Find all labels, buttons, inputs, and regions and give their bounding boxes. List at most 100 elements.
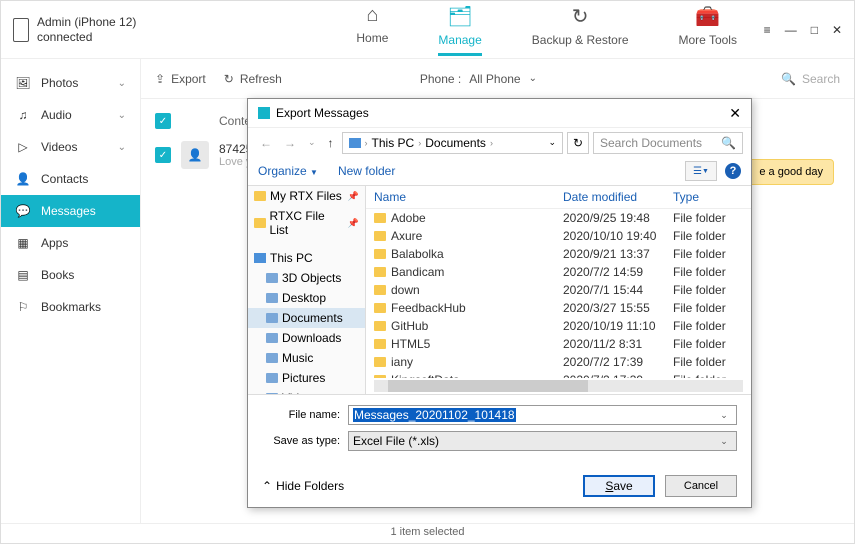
file-row[interactable]: Axure2020/10/10 19:40File folder [366, 227, 751, 245]
export-button[interactable]: ⇪Export [155, 72, 206, 86]
close-icon[interactable]: ✕ [729, 105, 741, 122]
tab-manage[interactable]: 🗂Manage [438, 4, 481, 56]
audio-icon: ♫ [15, 108, 31, 122]
file-row[interactable]: GitHub2020/10/19 11:10File folder [366, 317, 751, 335]
file-row[interactable]: Bandicam2020/7/2 14:59File folder [366, 263, 751, 281]
sidebar-item-books[interactable]: ▤Books [1, 259, 140, 291]
chevron-down-icon[interactable]: ⌄ [548, 137, 556, 148]
messages-icon: 💬 [15, 204, 31, 218]
sidebar-item-bookmarks[interactable]: ⚐Bookmarks [1, 291, 140, 323]
close-icon[interactable]: ✕ [832, 23, 842, 37]
menu-icon[interactable]: ≡ [764, 23, 771, 37]
file-row[interactable]: Balabolka2020/9/21 13:37File folder [366, 245, 751, 263]
folder-icon [374, 231, 386, 241]
saveas-select[interactable]: Excel File (*.xls)⌄ [348, 431, 737, 451]
sidebar-item-contacts[interactable]: 👤Contacts [1, 163, 140, 195]
column-type[interactable]: Type [673, 190, 743, 204]
tree-item[interactable]: My RTX Files📌 [248, 186, 365, 206]
folder-icon [374, 339, 386, 349]
scrollbar[interactable] [374, 380, 743, 392]
tab-more-tools[interactable]: 🧰More Tools [679, 4, 737, 56]
folder-icon [374, 267, 386, 277]
chevron-down-icon[interactable]: ⌄ [716, 410, 732, 421]
back-icon[interactable]: ← [256, 136, 276, 150]
sidebar-item-videos[interactable]: ▷Videos⌄ [1, 131, 140, 163]
titlebar: Admin (iPhone 12) connected ⌂Home 🗂Manage… [1, 1, 854, 59]
sidebar-item-audio[interactable]: ♫Audio⌄ [1, 99, 140, 131]
sidebar-item-apps[interactable]: ▦Apps [1, 227, 140, 259]
cancel-button[interactable]: Cancel [665, 475, 737, 497]
checkbox[interactable]: ✓ [155, 113, 171, 129]
phone-icon [13, 18, 29, 42]
saveas-label: Save as type: [262, 435, 340, 447]
window-controls: ≡ — □ ✕ [764, 23, 842, 37]
refresh-icon[interactable]: ↻ [567, 132, 589, 154]
minimize-icon[interactable]: — [785, 23, 797, 37]
tree-item[interactable]: Documents [248, 308, 365, 328]
tab-home[interactable]: ⌂Home [356, 4, 388, 56]
chevron-down-icon: ⌄ [529, 73, 537, 84]
filename-label: File name: [262, 409, 340, 421]
sidebar: 🖼Photos⌄♫Audio⌄▷Videos⌄👤Contacts💬Message… [1, 59, 141, 523]
nav-tree: My RTX Files📌RTXC File List📌 This PC3D Ob… [248, 186, 366, 394]
save-button[interactable]: Save [583, 475, 655, 497]
folder-icon [374, 303, 386, 313]
apps-icon: ▦ [15, 236, 31, 250]
checkbox[interactable]: ✓ [155, 147, 171, 163]
tree-item[interactable]: RTXC File List📌 [248, 206, 365, 240]
hide-folders-button[interactable]: ⌃Hide Folders [262, 479, 344, 493]
tree-item[interactable]: Desktop [248, 288, 365, 308]
photos-icon: 🖼 [15, 76, 31, 90]
file-row[interactable]: FeedbackHub2020/3/27 15:55File folder [366, 299, 751, 317]
device-name: Admin (iPhone 12) [37, 15, 136, 29]
new-folder-button[interactable]: New folder [338, 164, 395, 178]
tab-icon: ⌂ [366, 4, 378, 27]
folder-icon [374, 249, 386, 259]
file-row[interactable]: iany2020/7/2 17:39File folder [366, 353, 751, 371]
tree-item[interactable]: Downloads [248, 328, 365, 348]
dialog-titlebar: Export Messages ✕ [248, 99, 751, 127]
tree-item[interactable]: 3D Objects [248, 268, 365, 288]
pc-icon [254, 253, 266, 263]
folder-icon [266, 293, 278, 303]
tree-item[interactable]: Pictures [248, 368, 365, 388]
up-icon[interactable]: ↑ [324, 136, 338, 150]
tree-item[interactable]: Music [248, 348, 365, 368]
column-date[interactable]: Date modified [563, 190, 673, 204]
filename-input[interactable]: Messages_20201102_101418⌄ [348, 405, 737, 425]
file-list: Name Date modified Type Adobe2020/9/25 1… [366, 186, 751, 394]
device-info: Admin (iPhone 12) connected [13, 15, 136, 44]
phone-select[interactable]: Phone : All Phone ⌄ [420, 72, 537, 86]
videos-icon: ▷ [15, 140, 31, 154]
search-input[interactable]: Search Documents 🔍 [593, 132, 743, 154]
folder-icon [254, 191, 266, 201]
folder-icon [374, 321, 386, 331]
tab-icon: 🗂 [447, 4, 472, 29]
sidebar-item-photos[interactable]: 🖼Photos⌄ [1, 67, 140, 99]
tree-item[interactable]: Videos [248, 388, 365, 394]
app-icon [258, 107, 270, 119]
forward-icon[interactable]: → [280, 136, 300, 150]
folder-icon [374, 285, 386, 295]
chevron-down-icon: ⌄ [118, 142, 126, 153]
chevron-down-icon[interactable]: ⌄ [304, 137, 320, 148]
file-row[interactable]: HTML52020/11/2 8:31File folder [366, 335, 751, 353]
tree-item-this-pc[interactable]: This PC [248, 248, 365, 268]
folder-icon [266, 353, 278, 363]
file-row[interactable]: Adobe2020/9/25 19:48File folder [366, 209, 751, 227]
chevron-down-icon[interactable]: ⌄ [716, 436, 732, 447]
file-row[interactable]: down2020/7/1 15:44File folder [366, 281, 751, 299]
search-icon: 🔍 [721, 136, 736, 150]
folder-icon [254, 218, 266, 228]
help-icon[interactable]: ? [725, 163, 741, 179]
organize-button[interactable]: Organize ▼ [258, 164, 318, 178]
sidebar-item-messages[interactable]: 💬Messages [1, 195, 140, 227]
search-input[interactable]: 🔍 Search [781, 72, 840, 86]
file-row[interactable]: KingsoftData2020/7/2 17:39File folder [366, 371, 751, 378]
view-mode-button[interactable]: ☰ ▼ [685, 161, 717, 181]
breadcrumb[interactable]: › This PC › Documents › ⌄ [342, 132, 563, 154]
column-name[interactable]: Name [374, 190, 563, 204]
maximize-icon[interactable]: □ [811, 23, 818, 37]
refresh-button[interactable]: ↻Refresh [224, 72, 282, 86]
tab-backup-restore[interactable]: ↻Backup & Restore [532, 4, 629, 56]
